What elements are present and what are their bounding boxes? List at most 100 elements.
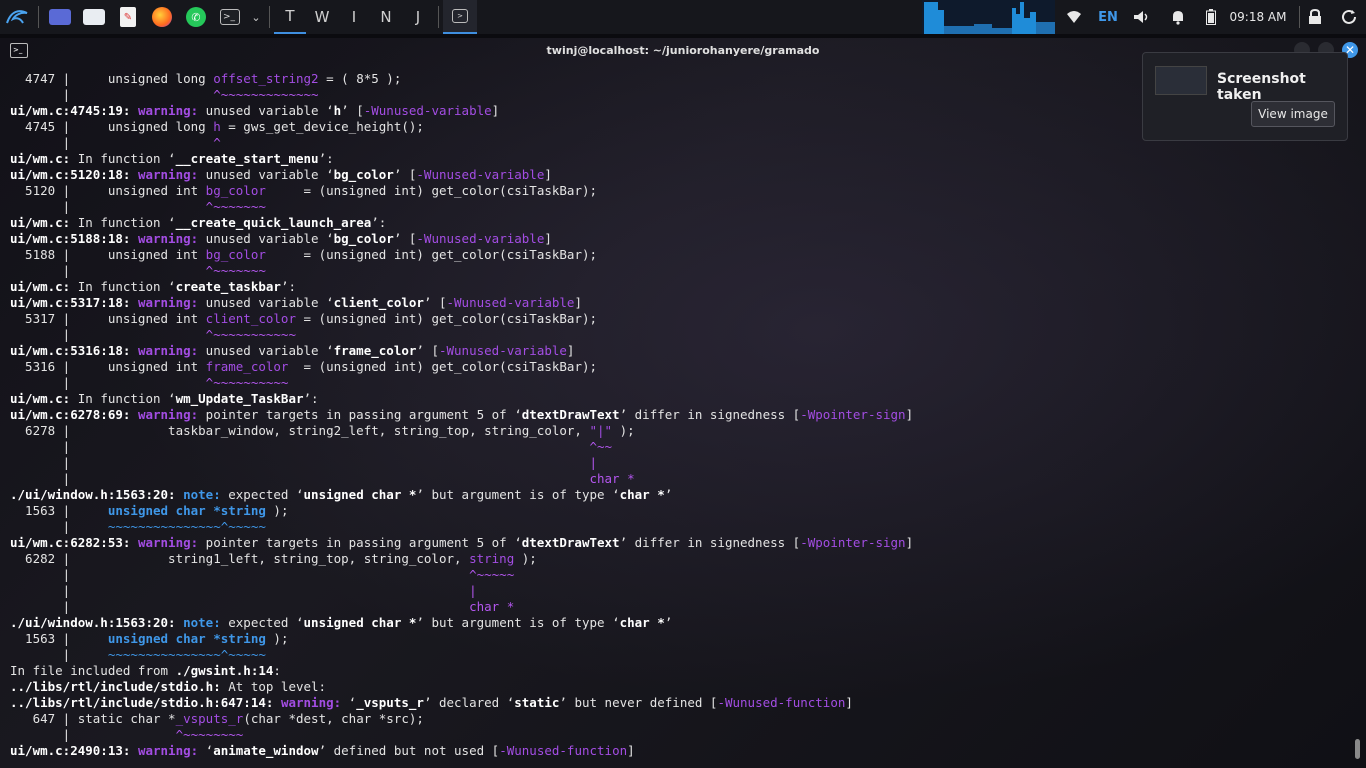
lock-icon[interactable] bbox=[1305, 0, 1325, 34]
desktop-icon[interactable] bbox=[43, 0, 77, 34]
terminal-line: ui/wm.c: In function ‘create_taskbar’: bbox=[10, 279, 913, 295]
terminal-text-segment: unused variable ‘ bbox=[205, 231, 334, 246]
terminal-text-segment: 5120 | unsigned int bbox=[10, 183, 206, 198]
terminal-text-segment: ’ declared ‘ bbox=[423, 695, 515, 710]
terminal-text-segment: char * bbox=[619, 615, 665, 630]
terminal-text-segment: ’ but argument is of type ‘ bbox=[416, 615, 620, 630]
terminal-line: | | bbox=[10, 583, 913, 599]
terminal-text-segment: ] bbox=[905, 407, 914, 422]
power-icon[interactable] bbox=[1338, 0, 1360, 34]
terminal-text-segment: | bbox=[10, 519, 108, 534]
terminal-text-segment: warning: bbox=[137, 743, 206, 758]
terminal-text-segment: ^~~~~~~~ bbox=[205, 199, 266, 214]
terminal-text-segment: ./gwsint.h:14 bbox=[175, 663, 274, 678]
terminal-line: ./ui/window.h:1563:20: note: expected ‘u… bbox=[10, 487, 913, 503]
terminal-line: ./ui/window.h:1563:20: note: expected ‘u… bbox=[10, 615, 913, 631]
terminal-line: | ^~~~~~~~~~~~~~ bbox=[10, 87, 913, 103]
terminal-text-segment: -Wunused-function bbox=[499, 743, 628, 758]
terminal-text-segment: bg_color bbox=[205, 247, 266, 262]
terminal-text-segment: = (unsigned int) get_color(csiTaskBar); bbox=[288, 359, 598, 374]
terminal-text-segment: ] bbox=[491, 103, 500, 118]
terminal-text-segment: __create_quick_launch_area bbox=[175, 215, 372, 230]
terminal-text-segment: char * bbox=[619, 487, 665, 502]
terminal-text-segment: ui/wm.c:2490:13: bbox=[10, 743, 138, 758]
scrollbar[interactable] bbox=[1355, 739, 1360, 759]
terminal-window[interactable]: >_ twinj@localhost: ~/juniorohanyere/gra… bbox=[0, 38, 1366, 768]
terminal-line: | ^ bbox=[10, 135, 913, 151]
terminal-line: | char * bbox=[10, 471, 913, 487]
terminal-line: ../libs/rtl/include/stdio.h:647:14: warn… bbox=[10, 695, 913, 711]
kali-menu-icon[interactable] bbox=[0, 0, 34, 34]
terminal-text-segment: warning: bbox=[137, 535, 206, 550]
terminal-text-segment: ’: bbox=[303, 391, 319, 406]
wifi-icon[interactable] bbox=[1064, 0, 1084, 34]
keyboard-layout[interactable]: EN bbox=[1094, 0, 1122, 34]
terminal-line: | char * bbox=[10, 599, 913, 615]
terminal-text-segment: ui/wm.c:5316:18: bbox=[10, 343, 138, 358]
terminal-text-segment: pointer targets in passing argument 5 of… bbox=[205, 407, 522, 422]
terminal-text-segment: ); bbox=[612, 423, 635, 438]
terminal-text-segment: ui/wm.c: bbox=[10, 151, 71, 166]
terminal-text-segment: ^~~~~~~~~~~ bbox=[205, 375, 289, 390]
text-editor-icon[interactable]: ✎ bbox=[111, 0, 145, 34]
dropdown-icon[interactable]: ⌄ bbox=[247, 0, 265, 34]
terminal-text-segment: ’ [ bbox=[423, 295, 447, 310]
volume-icon[interactable] bbox=[1132, 0, 1152, 34]
terminal-text-segment: warning: bbox=[280, 695, 349, 710]
terminal-text-segment: | bbox=[589, 455, 598, 470]
terminal-text-segment: warning: bbox=[137, 295, 206, 310]
workspace-4[interactable]: N bbox=[370, 0, 402, 34]
terminal-text-segment: ../libs/rtl/include/stdio.h:647:14: bbox=[10, 695, 281, 710]
terminal-text-segment: static bbox=[514, 695, 560, 710]
terminal-text-segment: warning: bbox=[137, 407, 206, 422]
workspace-1[interactable]: T bbox=[274, 0, 306, 34]
view-image-button[interactable]: View image bbox=[1251, 101, 1335, 127]
screenshot-notification[interactable]: Screenshot taken View image bbox=[1142, 52, 1348, 141]
terminal-text-segment: 4745 | unsigned long bbox=[10, 119, 214, 134]
terminal-text-segment: frame_color bbox=[333, 343, 417, 358]
workspace-2[interactable]: W bbox=[306, 0, 338, 34]
terminal-text-segment: ’: bbox=[318, 151, 334, 166]
terminal-text-segment: note: bbox=[183, 487, 229, 502]
terminal-line: ui/wm.c:6282:53: warning: pointer target… bbox=[10, 535, 913, 551]
terminal-text-segment: = (unsigned int) get_color(csiTaskBar); bbox=[295, 311, 598, 326]
notifications-icon[interactable] bbox=[1168, 0, 1188, 34]
terminal-text-segment: ^~~~~~~~ bbox=[205, 263, 266, 278]
terminal-text-segment: ui/wm.c: bbox=[10, 215, 71, 230]
terminal-output[interactable]: 4747 | unsigned long offset_string2 = ( … bbox=[10, 71, 913, 759]
terminal-text-segment: In function ‘ bbox=[70, 151, 176, 166]
terminal-text-segment: ’ [ bbox=[341, 103, 364, 118]
terminal-line: ui/wm.c:4745:19: warning: unused variabl… bbox=[10, 103, 913, 119]
terminal-text-segment: | bbox=[10, 135, 214, 150]
terminal-text-segment: | bbox=[10, 647, 108, 662]
terminal-text-segment: | bbox=[469, 583, 477, 598]
terminal-line: ../libs/rtl/include/stdio.h: At top leve… bbox=[10, 679, 913, 695]
terminal-text-segment: expected ‘ bbox=[228, 487, 304, 502]
terminal-icon: > bbox=[452, 9, 468, 23]
screenshot-thumbnail[interactable] bbox=[1155, 66, 1207, 95]
terminal-text-segment: | bbox=[10, 87, 214, 102]
terminal-text-segment: = (unsigned int) get_color(csiTaskBar); bbox=[265, 247, 598, 262]
clock[interactable]: 09:18 AM bbox=[1226, 0, 1290, 34]
terminal-text-segment: ’ [ bbox=[393, 167, 417, 182]
terminal-text-segment: note: bbox=[183, 615, 229, 630]
terminal-text-segment: 5316 | unsigned int bbox=[10, 359, 206, 374]
terminal-text-segment: -Wunused-variable bbox=[416, 231, 545, 246]
terminal-line: ui/wm.c:2490:13: warning: ‘animate_windo… bbox=[10, 743, 913, 759]
terminal-text-segment: dtextDrawText bbox=[521, 407, 620, 422]
firefox-icon[interactable] bbox=[145, 0, 179, 34]
terminal-text-segment: ’ bbox=[664, 615, 673, 630]
terminal-text-segment: In file included from bbox=[10, 663, 176, 678]
battery-icon[interactable] bbox=[1202, 0, 1220, 34]
taskbar-terminal-window[interactable]: > bbox=[443, 0, 477, 34]
terminal-text-segment: ); bbox=[265, 503, 289, 518]
file-manager-icon[interactable] bbox=[77, 0, 111, 34]
window-title: twinj@localhost: ~/juniorohanyere/gramad… bbox=[546, 43, 820, 57]
terminal-icon[interactable]: >_ bbox=[213, 0, 247, 34]
workspace-5[interactable]: J bbox=[402, 0, 434, 34]
terminal-line: | ^~~~~~~~ bbox=[10, 263, 913, 279]
whatsapp-icon[interactable]: ✆ bbox=[179, 0, 213, 34]
workspace-3[interactable]: I bbox=[338, 0, 370, 34]
terminal-text-segment: ’ bbox=[664, 487, 673, 502]
terminal-text-segment: -Wpointer-sign bbox=[800, 535, 906, 550]
